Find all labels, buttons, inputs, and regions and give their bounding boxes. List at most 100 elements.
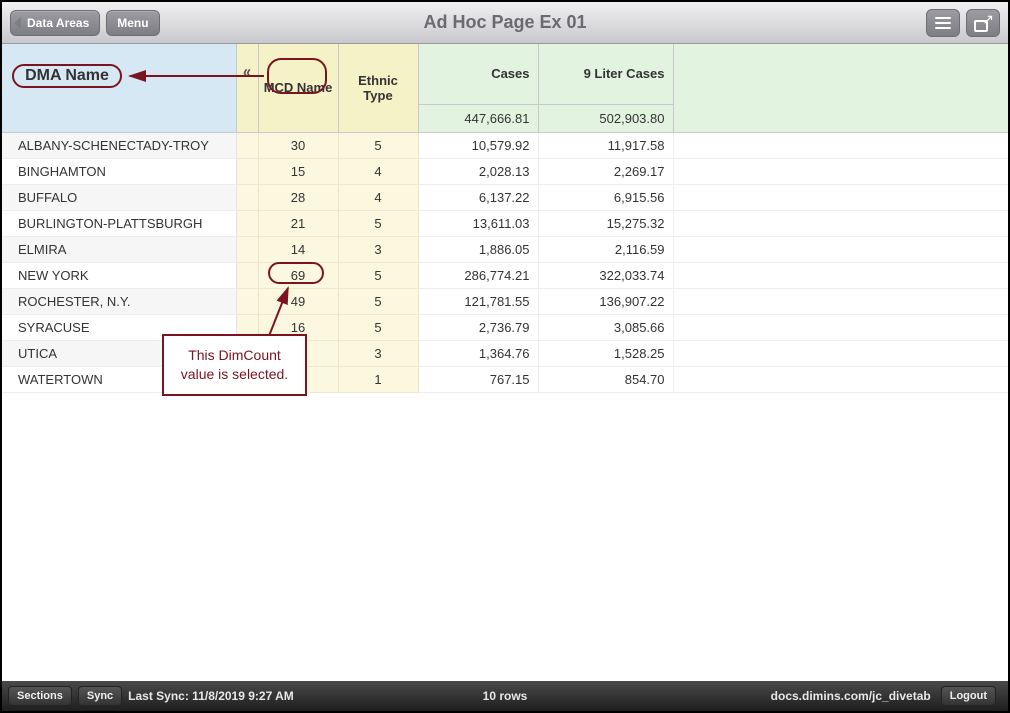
- status-url: docs.dimins.com/jc_divetab: [771, 689, 931, 703]
- col-header-mcd[interactable]: MCD Name: [258, 44, 338, 132]
- cell-dma[interactable]: ELMIRA: [2, 236, 236, 262]
- cell-cases: 286,774.21: [418, 262, 538, 288]
- cell-cases: 2,736.79: [418, 314, 538, 340]
- back-button[interactable]: Data Areas: [10, 10, 100, 36]
- col-header-cases[interactable]: Cases: [418, 44, 538, 104]
- status-bar: Sections Sync Last Sync: 11/8/2019 9:27 …: [2, 681, 1008, 711]
- cell-ethnic[interactable]: 1: [338, 366, 418, 392]
- cell-ethnic[interactable]: 5: [338, 132, 418, 158]
- total-9liter: 502,903.80: [538, 104, 673, 132]
- cell-empty: [673, 158, 1008, 184]
- table-row[interactable]: ROCHESTER, N.Y.495121,781.55136,907.22: [2, 288, 1008, 314]
- cell-9liter: 322,033.74: [538, 262, 673, 288]
- cell-empty: [673, 314, 1008, 340]
- col-header-ethnic[interactable]: Ethnic Type: [338, 44, 418, 132]
- cell-cases: 2,028.13: [418, 158, 538, 184]
- logout-button[interactable]: Logout: [941, 686, 996, 706]
- cell-mcd[interactable]: 28: [258, 184, 338, 210]
- cell-dma[interactable]: ALBANY-SCHENECTADY-TROY: [2, 132, 236, 158]
- sections-button[interactable]: Sections: [8, 686, 72, 706]
- cell-collapse: [236, 262, 258, 288]
- cell-mcd[interactable]: 49: [258, 288, 338, 314]
- cell-dma[interactable]: NEW YORK: [2, 262, 236, 288]
- hamburger-icon: [935, 17, 951, 29]
- cell-mcd[interactable]: 14: [258, 236, 338, 262]
- table-row[interactable]: BINGHAMTON 1542,028.132,269.17: [2, 158, 1008, 184]
- cell-mcd[interactable]: 13: [258, 340, 338, 366]
- cell-dma[interactable]: UTICA: [2, 340, 236, 366]
- cell-9liter: 6,915.56: [538, 184, 673, 210]
- content-area: « MCD Name Ethnic Type Cases 9 Liter Cas…: [2, 44, 1008, 681]
- total-cases: 447,666.81: [418, 104, 538, 132]
- menu-button[interactable]: Menu: [106, 10, 159, 36]
- export-icon: ↗: [974, 14, 992, 32]
- cell-9liter: 854.70: [538, 366, 673, 392]
- table-row[interactable]: BUFFALO 2846,137.226,915.56: [2, 184, 1008, 210]
- cell-mcd[interactable]: 15: [258, 158, 338, 184]
- table-row[interactable]: ELMIRA 1431,886.052,116.59: [2, 236, 1008, 262]
- cell-cases: 1,364.76: [418, 340, 538, 366]
- cell-ethnic[interactable]: 4: [338, 184, 418, 210]
- cell-collapse: [236, 288, 258, 314]
- col-header-empty: [673, 44, 1008, 132]
- cell-ethnic[interactable]: 5: [338, 210, 418, 236]
- cell-cases: 6,137.22: [418, 184, 538, 210]
- cell-empty: [673, 236, 1008, 262]
- cell-cases: 1,886.05: [418, 236, 538, 262]
- cell-ethnic[interactable]: 5: [338, 288, 418, 314]
- cell-ethnic[interactable]: 5: [338, 314, 418, 340]
- table-row[interactable]: WATERTOWN111767.15854.70: [2, 366, 1008, 392]
- cell-collapse: [236, 366, 258, 392]
- table-row[interactable]: BURLINGTON-PLATTSBURGH 21513,611.0315,275…: [2, 210, 1008, 236]
- sync-button[interactable]: Sync: [78, 686, 122, 706]
- cell-ethnic[interactable]: 4: [338, 158, 418, 184]
- cell-ethnic[interactable]: 3: [338, 340, 418, 366]
- table-row[interactable]: NEW YORK 695286,774.21322,033.74: [2, 262, 1008, 288]
- cell-dma[interactable]: SYRACUSE: [2, 314, 236, 340]
- cell-cases: 13,611.03: [418, 210, 538, 236]
- cell-empty: [673, 288, 1008, 314]
- data-grid[interactable]: « MCD Name Ethnic Type Cases 9 Liter Cas…: [2, 44, 1008, 393]
- cell-mcd[interactable]: 21: [258, 210, 338, 236]
- cell-cases: 121,781.55: [418, 288, 538, 314]
- cell-mcd[interactable]: 69: [258, 262, 338, 288]
- cell-collapse: [236, 132, 258, 158]
- cell-dma[interactable]: BURLINGTON-PLATTSBURGH: [2, 210, 236, 236]
- cell-9liter: 15,275.32: [538, 210, 673, 236]
- cell-mcd[interactable]: 16: [258, 314, 338, 340]
- table-row[interactable]: ALBANY-SCHENECTADY-TROY 30510,579.9211,91…: [2, 132, 1008, 158]
- cell-collapse: [236, 236, 258, 262]
- cell-empty: [673, 132, 1008, 158]
- hamburger-button[interactable]: [926, 9, 960, 37]
- cell-9liter: 2,116.59: [538, 236, 673, 262]
- cell-dma[interactable]: ROCHESTER, N.Y.: [2, 288, 236, 314]
- table-row[interactable]: UTICA 1331,364.761,528.25: [2, 340, 1008, 366]
- cell-mcd[interactable]: 30: [258, 132, 338, 158]
- cell-collapse: [236, 184, 258, 210]
- collapse-toggle[interactable]: «: [236, 44, 258, 132]
- cell-mcd[interactable]: 11: [258, 366, 338, 392]
- cell-cases: 767.15: [418, 366, 538, 392]
- cell-9liter: 3,085.66: [538, 314, 673, 340]
- cell-empty: [673, 210, 1008, 236]
- cell-dma[interactable]: WATERTOWN: [2, 366, 236, 392]
- top-toolbar: Data Areas Menu Ad Hoc Page Ex 01 ↗: [2, 2, 1008, 44]
- last-sync-label: Last Sync: 11/8/2019 9:27 AM: [128, 689, 294, 703]
- cell-empty: [673, 366, 1008, 392]
- cell-dma[interactable]: BUFFALO: [2, 184, 236, 210]
- cell-ethnic[interactable]: 5: [338, 262, 418, 288]
- export-button[interactable]: ↗: [966, 9, 1000, 37]
- cell-collapse: [236, 314, 258, 340]
- cell-ethnic[interactable]: 3: [338, 236, 418, 262]
- table-row[interactable]: SYRACUSE 1652,736.793,085.66: [2, 314, 1008, 340]
- col-header-dma[interactable]: [2, 44, 236, 132]
- cell-9liter: 1,528.25: [538, 340, 673, 366]
- cell-collapse: [236, 158, 258, 184]
- cell-cases: 10,579.92: [418, 132, 538, 158]
- cell-9liter: 11,917.58: [538, 132, 673, 158]
- cell-9liter: 2,269.17: [538, 158, 673, 184]
- cell-dma[interactable]: BINGHAMTON: [2, 158, 236, 184]
- chevron-left-double-icon: «: [243, 62, 251, 83]
- cell-empty: [673, 262, 1008, 288]
- col-header-9liter[interactable]: 9 Liter Cases: [538, 44, 673, 104]
